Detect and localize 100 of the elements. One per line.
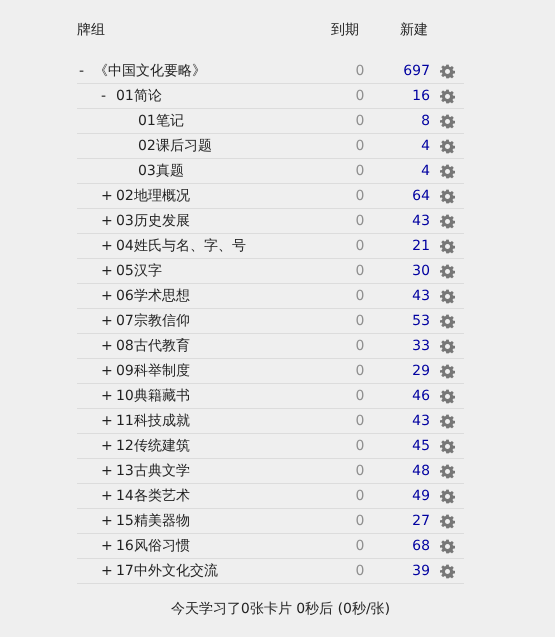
new-count: 39 [412, 563, 430, 579]
gear-icon[interactable] [440, 538, 454, 554]
due-count: 0 [356, 213, 364, 229]
gear-icon[interactable] [440, 188, 454, 204]
deck-name[interactable]: 02课后习题 [138, 137, 212, 155]
gear-icon[interactable] [440, 164, 454, 178]
due-count: 0 [356, 538, 364, 554]
gear-icon[interactable] [440, 564, 454, 578]
deck-name[interactable]: 03真题 [138, 162, 184, 180]
new-count: 27 [412, 513, 430, 529]
expand-toggle[interactable]: + [101, 388, 113, 404]
due-count: 0 [356, 238, 364, 254]
deck-name[interactable]: 07宗教信仰 [116, 312, 190, 330]
deck-name[interactable]: 16风俗习惯 [116, 537, 190, 555]
expand-toggle[interactable]: + [101, 313, 113, 329]
gear-icon[interactable] [440, 238, 454, 254]
due-count: 0 [356, 463, 364, 479]
collapse-toggle[interactable]: - [101, 88, 106, 104]
due-count: 0 [356, 313, 364, 329]
expand-toggle[interactable]: + [101, 238, 113, 254]
new-count: 43 [412, 288, 430, 304]
study-summary: 今天学习了0张卡片 0秒后 (0秒/张) [170, 601, 390, 617]
expand-toggle[interactable]: + [101, 263, 113, 279]
new-count: 33 [412, 338, 430, 354]
gear-icon[interactable] [440, 464, 454, 478]
deck-name[interactable]: 14各类艺术 [116, 487, 190, 505]
due-count: 0 [356, 113, 364, 129]
gear-icon[interactable] [440, 114, 454, 128]
new-count: 8 [421, 113, 430, 129]
due-count: 0 [356, 413, 364, 429]
due-count: 0 [356, 363, 364, 379]
gear-icon[interactable] [440, 88, 454, 104]
new-count: 49 [412, 488, 430, 504]
new-column-header: 新建 [399, 21, 429, 39]
due-count: 0 [356, 563, 364, 579]
gear-icon[interactable] [440, 288, 454, 304]
gear-icon[interactable] [440, 338, 454, 354]
gear-icon[interactable] [440, 388, 454, 404]
collapse-toggle[interactable]: - [79, 63, 84, 79]
deck-name[interactable]: 12传统建筑 [116, 437, 190, 455]
gear-icon[interactable] [440, 488, 454, 504]
new-count: 21 [412, 238, 430, 254]
new-count: 16 [412, 88, 430, 104]
new-count: 68 [412, 538, 430, 554]
gear-icon[interactable] [440, 264, 454, 278]
new-count: 43 [412, 213, 430, 229]
due-count: 0 [356, 388, 364, 404]
new-count: 4 [421, 163, 430, 179]
deck-name[interactable]: 10典籍藏书 [116, 387, 190, 405]
due-count: 0 [356, 88, 364, 104]
new-count: 46 [412, 388, 430, 404]
new-count: 29 [412, 363, 430, 379]
new-count: 45 [412, 438, 430, 454]
gear-icon[interactable] [440, 314, 454, 328]
deck-name[interactable]: 05汉字 [116, 262, 162, 280]
deck-name[interactable]: 03历史发展 [116, 212, 190, 230]
deck-name[interactable]: 01笔记 [138, 112, 184, 130]
expand-toggle[interactable]: + [101, 338, 113, 354]
expand-toggle[interactable]: + [101, 513, 113, 529]
deck-name[interactable]: 17中外文化交流 [116, 562, 218, 580]
expand-toggle[interactable]: + [101, 288, 113, 304]
expand-toggle[interactable]: + [101, 463, 113, 479]
due-count: 0 [356, 488, 364, 504]
deck-name[interactable]: 09科举制度 [116, 362, 190, 380]
deck-name[interactable]: 02地理概况 [116, 187, 190, 205]
new-count: 53 [412, 313, 430, 329]
gear-icon[interactable] [440, 138, 454, 154]
expand-toggle[interactable]: + [101, 213, 113, 229]
deck-name[interactable]: 15精美器物 [116, 512, 190, 530]
deck-name[interactable]: 06学术思想 [116, 287, 190, 305]
new-count: 4 [421, 138, 430, 154]
expand-toggle[interactable]: + [101, 438, 113, 454]
gear-icon[interactable] [440, 214, 454, 228]
deck-name[interactable]: 13古典文学 [116, 462, 190, 480]
deck-name[interactable]: 01简论 [116, 87, 162, 105]
due-count: 0 [356, 513, 364, 529]
expand-toggle[interactable]: + [101, 563, 113, 579]
deck-column-header: 牌组 [77, 21, 106, 39]
new-count: 697 [403, 63, 430, 79]
due-count: 0 [356, 63, 364, 79]
expand-toggle[interactable]: + [101, 488, 113, 504]
gear-icon[interactable] [440, 514, 454, 528]
deck-name[interactable]: 11科技成就 [116, 412, 190, 430]
due-count: 0 [356, 188, 364, 204]
new-count: 64 [412, 188, 430, 204]
due-count: 0 [356, 138, 364, 154]
expand-toggle[interactable]: + [101, 413, 113, 429]
due-column-header: 到期 [330, 21, 360, 39]
expand-toggle[interactable]: + [101, 538, 113, 554]
due-count: 0 [356, 338, 364, 354]
expand-toggle[interactable]: + [101, 188, 113, 204]
expand-toggle[interactable]: + [101, 363, 113, 379]
gear-icon[interactable] [440, 414, 454, 428]
due-count: 0 [356, 163, 364, 179]
deck-name[interactable]: 08古代教育 [116, 337, 190, 355]
deck-name[interactable]: 《中国文化要略》 [94, 62, 206, 80]
gear-icon[interactable] [440, 364, 454, 378]
gear-icon[interactable] [440, 64, 454, 78]
gear-icon[interactable] [440, 438, 454, 454]
deck-name[interactable]: 04姓氏与名、字、号 [116, 237, 246, 255]
